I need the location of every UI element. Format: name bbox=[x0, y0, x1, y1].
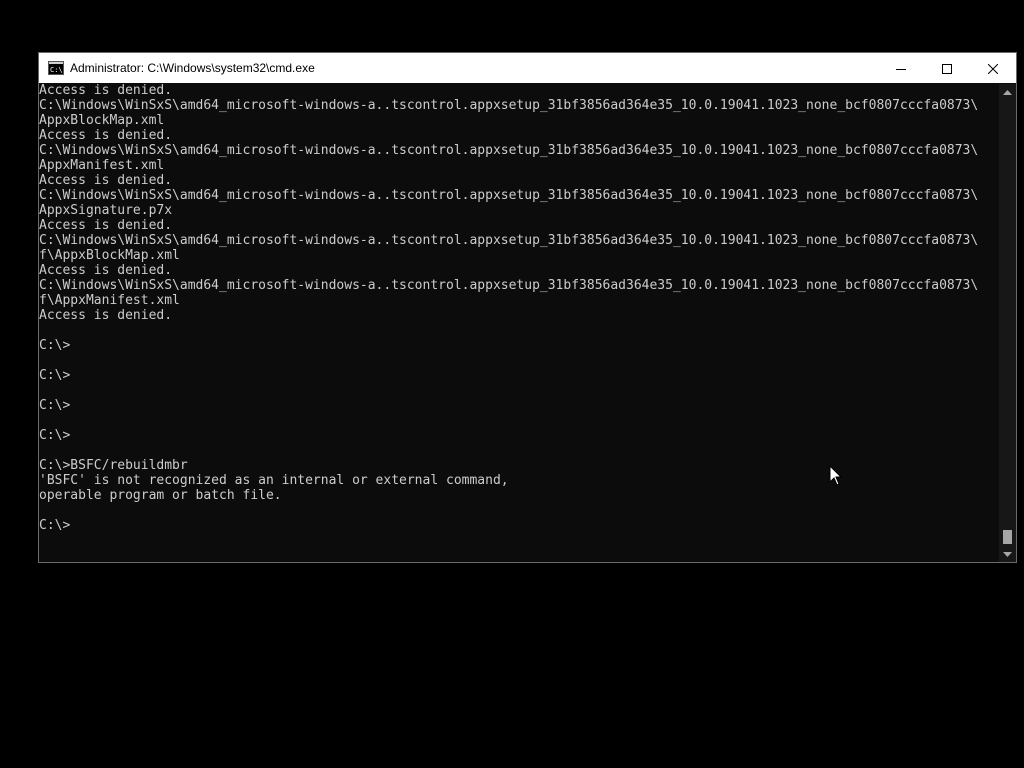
console-line: C:\Windows\WinSxS\amd64_microsoft-window… bbox=[39, 188, 979, 203]
scroll-down-arrow-icon[interactable] bbox=[999, 545, 1016, 562]
console-line: 'BSFC' is not recognized as an internal … bbox=[39, 473, 509, 488]
console-line: Access is denied. bbox=[39, 173, 173, 188]
console-line: f\AppxManifest.xml bbox=[39, 293, 180, 308]
close-button[interactable] bbox=[970, 53, 1016, 83]
console-line: AppxManifest.xml bbox=[39, 158, 165, 173]
console-line: Access is denied. bbox=[39, 84, 173, 98]
cmd-icon: C:\ bbox=[48, 61, 64, 75]
window-title: Administrator: C:\Windows\system32\cmd.e… bbox=[70, 61, 315, 75]
window-controls bbox=[878, 53, 1016, 83]
title-bar[interactable]: C:\ Administrator: C:\Windows\system32\c… bbox=[39, 53, 1016, 83]
console-line: C:\Windows\WinSxS\amd64_microsoft-window… bbox=[39, 98, 979, 113]
scroll-thumb[interactable] bbox=[1003, 530, 1012, 544]
console-line: C:\> bbox=[39, 518, 71, 533]
console-line: C:\> bbox=[39, 368, 71, 383]
scroll-up-arrow-icon[interactable] bbox=[999, 84, 1016, 101]
console-line: Access is denied. bbox=[39, 308, 173, 323]
cmd-window: C:\ Administrator: C:\Windows\system32\c… bbox=[38, 52, 1017, 563]
minimize-button[interactable] bbox=[878, 53, 924, 83]
console-line: C:\>BSFC/rebuildmbr bbox=[39, 458, 188, 473]
console-line: Access is denied. bbox=[39, 263, 173, 278]
console-line: C:\> bbox=[39, 398, 71, 413]
maximize-icon bbox=[942, 59, 952, 78]
console-line: C:\Windows\WinSxS\amd64_microsoft-window… bbox=[39, 278, 979, 293]
console-line: C:\> bbox=[39, 338, 71, 353]
console-output[interactable]: Access is denied. C:\Windows\WinSxS\amd64… bbox=[39, 84, 999, 562]
console-line: C:\> bbox=[39, 428, 71, 443]
close-icon bbox=[987, 59, 999, 78]
console-line: f\AppxBlockMap.xml bbox=[39, 248, 180, 263]
console-line: operable program or batch file. bbox=[39, 488, 282, 503]
vertical-scrollbar[interactable] bbox=[999, 84, 1016, 562]
maximize-button[interactable] bbox=[924, 53, 970, 83]
console-line: Access is denied. bbox=[39, 218, 173, 233]
console-line: C:\Windows\WinSxS\amd64_microsoft-window… bbox=[39, 143, 979, 158]
svg-text:C:\: C:\ bbox=[50, 66, 63, 74]
console-line: AppxBlockMap.xml bbox=[39, 113, 165, 128]
console-line: C:\Windows\WinSxS\amd64_microsoft-window… bbox=[39, 233, 979, 248]
console-line: Access is denied. bbox=[39, 128, 173, 143]
minimize-icon bbox=[896, 59, 906, 78]
console-line: AppxSignature.p7x bbox=[39, 203, 173, 218]
